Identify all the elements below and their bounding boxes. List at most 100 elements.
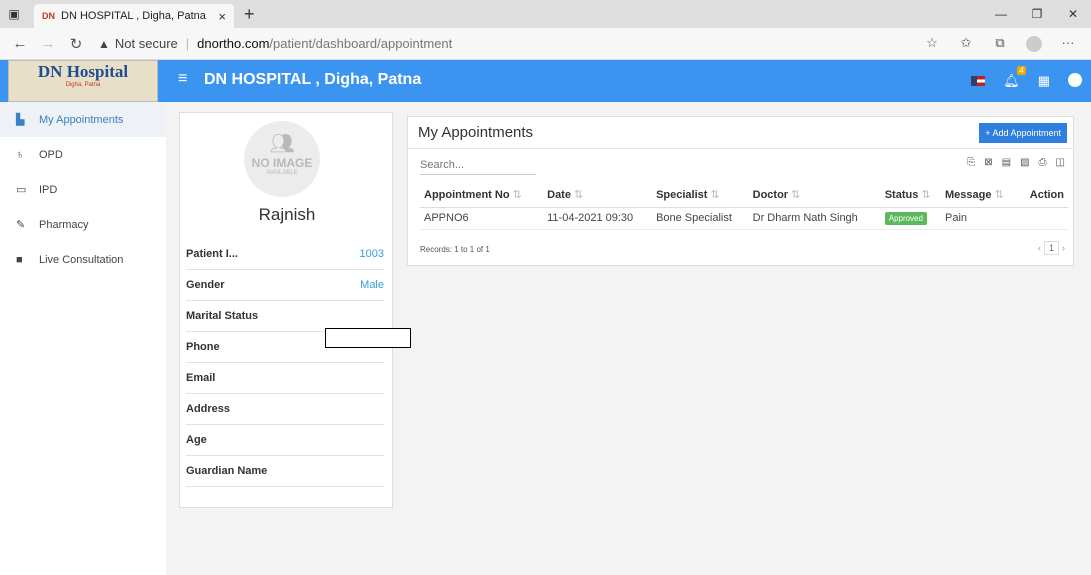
- info-row-address: Address: [186, 394, 384, 425]
- tab-actions-icon[interactable]: ▣: [0, 7, 28, 21]
- pagination: ‹ 1 ›: [1038, 241, 1065, 255]
- sidebar-item-ipd[interactable]: ▭ IPD: [0, 172, 166, 207]
- language-flag-icon[interactable]: [971, 74, 986, 89]
- minimize-icon[interactable]: —: [983, 0, 1019, 28]
- browser-toolbar-icons: ☆ ✩ ⧉ ···: [915, 35, 1085, 52]
- info-value: 1003: [359, 248, 384, 260]
- profile-icon[interactable]: [1017, 35, 1051, 52]
- no-image-subtext: AVAILABLE: [266, 170, 298, 176]
- info-label: Guardian Name: [186, 465, 268, 477]
- column-header[interactable]: Date ⇅: [543, 183, 653, 208]
- not-secure-label: Not secure: [114, 36, 178, 51]
- columns-icon[interactable]: ◫: [1056, 157, 1065, 168]
- more-icon[interactable]: ···: [1051, 35, 1085, 52]
- column-header[interactable]: Specialist ⇅: [652, 183, 749, 208]
- refresh-icon[interactable]: ↻: [62, 35, 90, 53]
- records-info: Records: 1 to 1 of 1: [420, 245, 490, 254]
- info-label: Address: [186, 403, 231, 415]
- excel-icon[interactable]: ⊠: [984, 157, 992, 168]
- sidebar-item-opd[interactable]: ♄ OPD: [0, 137, 166, 172]
- url-path: /patient/dashboard/appointment: [269, 36, 453, 51]
- page-number[interactable]: 1: [1043, 241, 1059, 255]
- window-close-icon[interactable]: ✕: [1055, 0, 1091, 28]
- patient-avatar: 👥︎ NO IMAGE AVAILABLE: [244, 121, 320, 197]
- notification-bell-icon[interactable]: 🔔︎ 4: [1003, 66, 1026, 89]
- sidebar-item-label: My Appointments: [39, 113, 124, 126]
- browser-tab[interactable]: DN DN HOSPITAL , Digha, Patna ×: [34, 4, 234, 28]
- appointments-card: My Appointments + Add Appointment ⎘ ⊠ ▤ …: [407, 116, 1074, 266]
- new-tab-icon[interactable]: +: [244, 4, 255, 25]
- column-header: Action: [1016, 183, 1068, 208]
- tab-title: DN HOSPITAL , Digha, Patna: [61, 10, 206, 22]
- sidebar-item-my-appointments[interactable]: ▙ My Appointments: [0, 102, 166, 137]
- info-row-email: Email: [186, 363, 384, 394]
- table-row[interactable]: APPNO6 11-04-2021 09:30 Bone Specialist …: [420, 207, 1068, 230]
- collections-icon[interactable]: ⧉: [983, 35, 1017, 52]
- pdf-icon[interactable]: ▧: [1020, 157, 1029, 168]
- browser-tab-strip: ▣ DN DN HOSPITAL , Digha, Patna × + — ❐ …: [0, 0, 1091, 28]
- url-separator: |: [185, 36, 190, 51]
- next-page-icon[interactable]: ›: [1062, 243, 1065, 253]
- url-host: dnortho.com: [197, 36, 270, 51]
- sidebar-item-label: OPD: [39, 148, 63, 161]
- info-label: Email: [186, 372, 216, 384]
- info-value: Male: [360, 279, 384, 291]
- cell-specialist: Bone Specialist: [652, 207, 749, 230]
- video-icon: ■: [16, 253, 23, 266]
- appointments-title: My Appointments: [418, 124, 534, 141]
- cell-status: Approved: [880, 207, 941, 230]
- calendar-icon[interactable]: ▦: [1038, 73, 1050, 89]
- info-label: Patient I...: [186, 248, 238, 260]
- csv-icon[interactable]: ▤: [1002, 157, 1011, 168]
- info-row-patient-id: Patient I... 1003: [186, 239, 384, 270]
- sidebar-item-live-consultation[interactable]: ■ Live Consultation: [0, 242, 166, 277]
- app: DN Hospital Digha, Patna ≡ DN HOSPITAL ,…: [0, 60, 1091, 575]
- info-label: Marital Status: [186, 310, 259, 322]
- column-header[interactable]: Status ⇅: [880, 183, 941, 208]
- top-bar: DN Hospital Digha, Patna ≡ DN HOSPITAL ,…: [0, 60, 1091, 102]
- sidebar-item-label: IPD: [39, 183, 58, 196]
- favicon-icon: DN: [42, 11, 55, 21]
- restore-icon[interactable]: ❐: [1019, 0, 1055, 28]
- favorite-star-icon[interactable]: ☆: [915, 35, 949, 52]
- window-controls: — ❐ ✕: [983, 0, 1091, 28]
- sidebar-item-pharmacy[interactable]: ✎ Pharmacy: [0, 207, 166, 242]
- menu-toggle-icon[interactable]: ≡: [178, 70, 187, 88]
- table-header-row: Appointment No ⇅ Date ⇅ Specialist ⇅ Doctor…: [420, 183, 1068, 208]
- info-row-age: Age: [186, 425, 384, 456]
- app-title: DN HOSPITAL , Digha, Patna: [204, 71, 422, 88]
- sidebar: ▙ My Appointments ♄ OPD ▭ IPD ✎ Pharmacy…: [0, 102, 166, 575]
- no-image-text: NO IMAGE: [251, 156, 313, 170]
- prev-page-icon[interactable]: ‹: [1038, 243, 1041, 253]
- main-content: 👥︎ NO IMAGE AVAILABLE Rajnish Patient I.…: [166, 102, 1091, 575]
- copy-icon[interactable]: ⎘: [967, 157, 975, 168]
- forward-icon[interactable]: →: [34, 35, 62, 52]
- column-header[interactable]: Appointment No ⇅: [420, 183, 544, 208]
- logo-subtext: Digha, Patna: [65, 82, 101, 88]
- url-field[interactable]: ▲ Not secure | dnortho.com/patient/dashb…: [98, 36, 915, 51]
- info-row-guardian-name: Guardian Name: [186, 456, 384, 487]
- info-row-gender: Gender Male: [186, 270, 384, 301]
- warning-icon: ▲: [98, 36, 110, 51]
- people-icon: 👥︎: [269, 133, 295, 155]
- column-header[interactable]: Doctor ⇅: [748, 183, 881, 208]
- close-icon[interactable]: ×: [218, 9, 226, 24]
- cell-doctor: Dr Dharm Nath Singh: [748, 207, 881, 230]
- add-appointment-button[interactable]: + Add Appointment: [979, 123, 1067, 143]
- sidebar-item-label: Live Consultation: [39, 253, 124, 266]
- stethoscope-icon: ♄: [16, 148, 25, 161]
- print-icon[interactable]: ⎙: [1039, 157, 1047, 168]
- info-label: Age: [186, 434, 207, 446]
- search-input[interactable]: [420, 155, 536, 175]
- info-label: Gender: [186, 279, 225, 291]
- address-bar: ← → ↻ ▲ Not secure | dnortho.com/patient…: [0, 28, 1091, 60]
- divider: [408, 148, 1073, 149]
- hospital-logo[interactable]: DN Hospital Digha, Patna: [8, 60, 158, 102]
- back-icon[interactable]: ←: [6, 35, 34, 52]
- phone-redaction-box: [325, 328, 411, 348]
- column-header[interactable]: Message ⇅: [941, 183, 1017, 208]
- user-menu-icon[interactable]: [1068, 72, 1082, 90]
- favorites-list-icon[interactable]: ✩: [949, 35, 983, 52]
- sidebar-item-label: Pharmacy: [39, 218, 89, 231]
- pill-icon: ✎: [16, 219, 26, 231]
